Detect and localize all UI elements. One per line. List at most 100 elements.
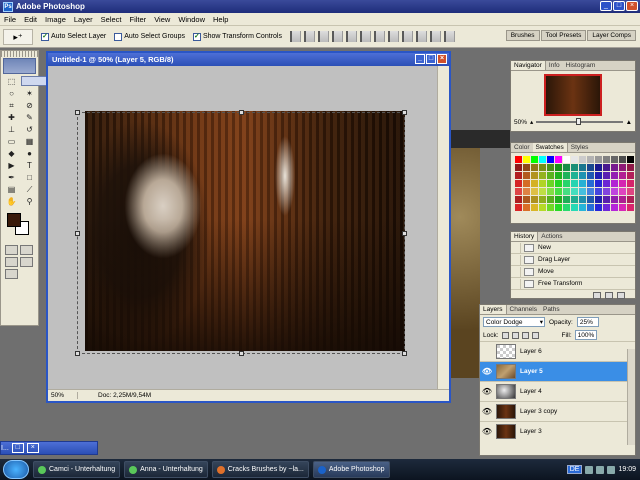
- color-swatch[interactable]: [523, 188, 530, 195]
- toolbox-grip[interactable]: [1, 51, 38, 57]
- tab-info[interactable]: Info: [546, 61, 563, 70]
- color-swatch[interactable]: [587, 180, 594, 187]
- color-swatch[interactable]: [595, 164, 602, 171]
- history-state[interactable]: Free Transform: [511, 278, 635, 290]
- notes-tool-icon[interactable]: ▤: [3, 184, 20, 195]
- doc-close-button[interactable]: ×: [437, 54, 447, 64]
- eye-icon[interactable]: 👁: [480, 427, 494, 436]
- tab-navigator[interactable]: Navigator: [511, 61, 546, 70]
- eye-icon[interactable]: 👁: [480, 387, 494, 396]
- start-button[interactable]: [3, 460, 29, 479]
- tray-icon[interactable]: [596, 465, 605, 474]
- healing-brush-icon[interactable]: ✚: [3, 112, 20, 123]
- blend-mode-select[interactable]: Color Dodge: [483, 317, 545, 327]
- color-swatch[interactable]: [571, 188, 578, 195]
- zoom-tool-icon[interactable]: ⚲: [21, 196, 38, 207]
- navigator-zoom-value[interactable]: 50%: [514, 119, 527, 126]
- color-swatch[interactable]: [619, 180, 626, 187]
- color-swatch[interactable]: [587, 156, 594, 163]
- layer-row[interactable]: 👁 Layer 4: [480, 381, 635, 401]
- color-swatch[interactable]: [539, 156, 546, 163]
- tab-actions[interactable]: Actions: [538, 232, 565, 241]
- canvas-area[interactable]: [48, 66, 438, 391]
- zoom-level[interactable]: 50%: [48, 392, 78, 399]
- menu-help[interactable]: Help: [209, 15, 232, 24]
- color-swatch[interactable]: [603, 204, 610, 211]
- color-swatch[interactable]: [571, 164, 578, 171]
- color-swatch[interactable]: [571, 172, 578, 179]
- align-bottom-icon[interactable]: [317, 31, 329, 42]
- color-swatch[interactable]: [611, 188, 618, 195]
- color-swatch[interactable]: [627, 164, 634, 171]
- color-swatch[interactable]: [539, 188, 546, 195]
- align-left-icon[interactable]: [331, 31, 343, 42]
- color-swatch[interactable]: [619, 188, 626, 195]
- slice-tool-icon[interactable]: ⊘: [21, 100, 38, 111]
- align-middle-icon[interactable]: [303, 31, 315, 42]
- checkbox-icon[interactable]: ✓: [41, 32, 49, 41]
- color-swatch[interactable]: [563, 188, 570, 195]
- eraser-tool-icon[interactable]: ▭: [3, 136, 20, 147]
- color-swatch[interactable]: [619, 196, 626, 203]
- well-tab-presets[interactable]: Tool Presets: [540, 30, 587, 41]
- menu-layer[interactable]: Layer: [70, 15, 97, 24]
- close-button[interactable]: ×: [626, 1, 638, 11]
- tab-history[interactable]: History: [511, 232, 539, 241]
- color-swatch[interactable]: [555, 180, 562, 187]
- color-swatch[interactable]: [595, 180, 602, 187]
- distribute-top-icon[interactable]: [373, 31, 385, 42]
- minimized-document[interactable]: I... □ ×: [0, 441, 98, 455]
- color-swatch[interactable]: [579, 164, 586, 171]
- doc-minimize-button[interactable]: _: [415, 54, 425, 64]
- color-swatch[interactable]: [555, 196, 562, 203]
- volume-icon[interactable]: [607, 465, 616, 474]
- transform-handle[interactable]: [239, 110, 244, 115]
- color-swatch[interactable]: [563, 204, 570, 211]
- lock-transparency-icon[interactable]: [501, 331, 509, 339]
- quick-mask-icon[interactable]: [20, 245, 33, 255]
- color-swatch[interactable]: [579, 196, 586, 203]
- zoom-slider[interactable]: [536, 118, 623, 125]
- color-swatch[interactable]: [523, 196, 530, 203]
- color-swatch[interactable]: [523, 156, 530, 163]
- menu-window[interactable]: Window: [174, 15, 209, 24]
- layer-row[interactable]: 👁 Layer 3 copy: [480, 401, 635, 421]
- dodge-tool-icon[interactable]: ●: [21, 148, 38, 159]
- hand-tool-icon[interactable]: ✋: [3, 196, 20, 207]
- color-swatch[interactable]: [563, 180, 570, 187]
- history-state[interactable]: New: [511, 242, 635, 254]
- transform-handle[interactable]: [402, 110, 407, 115]
- color-swatch[interactable]: [587, 172, 594, 179]
- color-swatch[interactable]: [555, 164, 562, 171]
- color-swatch[interactable]: [587, 188, 594, 195]
- marquee-tool-icon[interactable]: ⬚: [3, 76, 20, 87]
- color-swatch[interactable]: [547, 188, 554, 195]
- transform-handle[interactable]: [239, 351, 244, 356]
- color-swatch[interactable]: [611, 180, 618, 187]
- color-swatch[interactable]: [627, 172, 634, 179]
- color-swatch[interactable]: [531, 156, 538, 163]
- color-swatch[interactable]: [595, 196, 602, 203]
- color-swatch[interactable]: [619, 204, 626, 211]
- pen-tool-icon[interactable]: ✒: [3, 172, 20, 183]
- transform-handle[interactable]: [75, 351, 80, 356]
- minimize-button[interactable]: _: [600, 1, 612, 11]
- opacity-field[interactable]: 25%: [576, 317, 599, 327]
- eyedropper-tool-icon[interactable]: ⟋: [21, 184, 38, 195]
- transform-handle[interactable]: [75, 231, 80, 236]
- close-icon[interactable]: ×: [26, 443, 39, 453]
- color-swatch[interactable]: [547, 196, 554, 203]
- color-swatch[interactable]: [515, 164, 522, 171]
- foreground-color[interactable]: [7, 213, 21, 227]
- menu-select[interactable]: Select: [97, 15, 126, 24]
- clone-stamp-icon[interactable]: ⊥: [3, 124, 20, 135]
- color-swatch[interactable]: [603, 156, 610, 163]
- taskbar-item[interactable]: Camci - Unterhaltung: [33, 461, 121, 478]
- checkbox-icon[interactable]: [114, 32, 123, 41]
- color-swatch[interactable]: [539, 180, 546, 187]
- lasso-tool-icon[interactable]: ○: [3, 88, 20, 99]
- path-selection-icon[interactable]: ▶: [3, 160, 20, 171]
- color-swatch[interactable]: [603, 196, 610, 203]
- menu-edit[interactable]: Edit: [20, 15, 41, 24]
- color-swatch[interactable]: [627, 204, 634, 211]
